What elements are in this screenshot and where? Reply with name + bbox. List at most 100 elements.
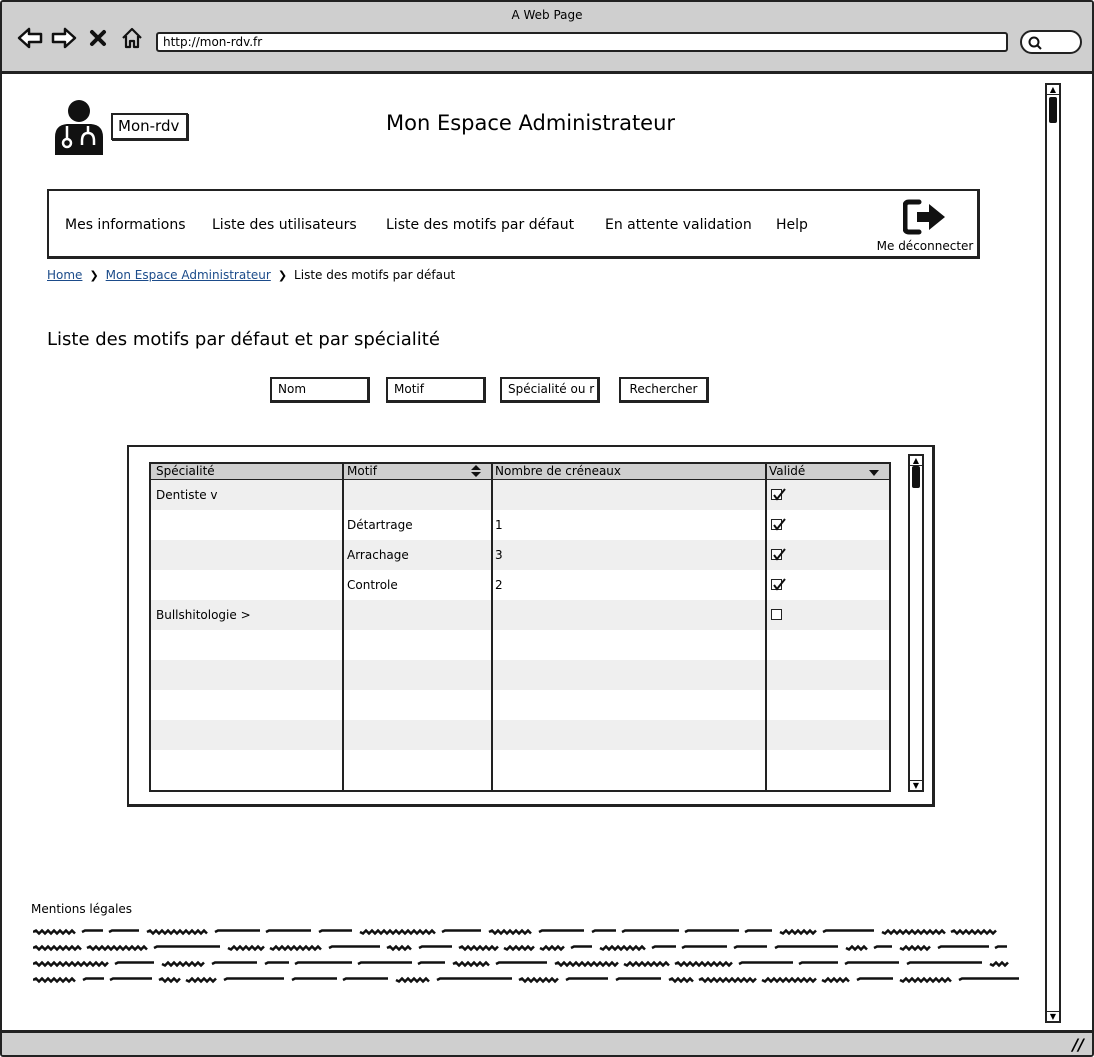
column-header-specialite[interactable]: Spécialité (156, 464, 215, 478)
dropdown-arrow-icon[interactable] (869, 466, 879, 480)
valide-checkbox[interactable] (771, 548, 786, 561)
placeholder-scribble (158, 976, 181, 984)
page-scrollbar[interactable]: ▲ ▼ (1045, 83, 1061, 1023)
browser-toolbar: A Web Page http://mon-rdv.fr (2, 2, 1092, 74)
placeholder-scribble (359, 928, 436, 936)
sort-icon[interactable] (471, 465, 481, 480)
valide-checkbox[interactable] (771, 609, 782, 620)
table-row[interactable] (151, 690, 889, 720)
placeholder-scribble (821, 976, 850, 984)
placeholder-scribble (899, 944, 931, 952)
placeholder-scribble (844, 961, 899, 966)
scroll-down-icon[interactable]: ▼ (1047, 1011, 1059, 1021)
cell-motif: Controle (347, 578, 398, 592)
logout-button[interactable]: Me déconnecter (875, 199, 975, 259)
placeholder-scribble (33, 928, 76, 936)
column-header-motif[interactable]: Motif (347, 464, 377, 478)
table-row[interactable]: Bullshitologie > (151, 600, 889, 630)
resize-grip-icon[interactable]: // (1072, 1035, 1084, 1054)
placeholder-scribble (761, 976, 817, 984)
nom-input[interactable]: Nom (270, 377, 370, 403)
placeholder-scribble (436, 977, 512, 982)
column-divider (765, 464, 767, 790)
breadcrumb-admin[interactable]: Mon Espace Administrateur (106, 268, 271, 282)
motifs-table-panel: Spécialité Motif Nombre de créneaux Vali… (127, 445, 935, 807)
scroll-up-icon[interactable]: ▲ (910, 456, 922, 466)
table-row[interactable] (151, 720, 889, 750)
scroll-down-icon[interactable]: ▼ (910, 780, 922, 790)
nav-item-help[interactable]: Help (776, 217, 808, 233)
column-header-creneaux[interactable]: Nombre de créneaux (495, 464, 621, 478)
placeholder-scribble (161, 960, 205, 968)
valide-checkbox[interactable] (771, 578, 786, 591)
placeholder-scribble (994, 945, 1007, 950)
address-bar[interactable]: http://mon-rdv.fr (156, 32, 1008, 52)
scrollbar-thumb[interactable] (1049, 97, 1057, 123)
breadcrumb-home[interactable]: Home (47, 268, 82, 282)
placeholder-scribble (674, 960, 733, 968)
placeholder-scribble (958, 977, 1019, 982)
placeholder-scribble (744, 929, 772, 934)
valide-checkbox[interactable] (771, 518, 786, 531)
table-row[interactable] (151, 660, 889, 690)
nav-item-attente-validation[interactable]: En attente validation (605, 217, 752, 233)
placeholder-scribble (822, 929, 874, 934)
placeholder-scribble (114, 961, 154, 966)
placeholder-scribble (554, 960, 619, 968)
placeholder-scribble (418, 945, 452, 950)
scrollbar-thumb[interactable] (912, 466, 920, 488)
column-header-valide[interactable]: Validé (769, 464, 805, 478)
placeholder-scribble (937, 945, 989, 950)
placeholder-scribble (417, 961, 445, 966)
section-title: Liste des motifs par défaut et par spéci… (47, 329, 440, 350)
placeholder-scribble (623, 960, 670, 968)
table-row[interactable]: Détartrage 1 (151, 510, 889, 540)
placeholder-scribble (82, 977, 104, 982)
placeholder-scribble (328, 945, 380, 950)
placeholder-scribble (774, 945, 838, 950)
placeholder-scribble (668, 976, 694, 984)
browser-search-field[interactable] (1020, 30, 1082, 54)
browser-status-bar: // (2, 1030, 1092, 1055)
table-row[interactable]: Arrachage 3 (151, 540, 889, 570)
window-title: A Web Page (511, 8, 583, 22)
placeholder-scribble (33, 960, 109, 968)
nav-item-liste-motifs[interactable]: Liste des motifs par défaut (386, 217, 574, 233)
motif-input[interactable]: Motif (386, 377, 486, 403)
page-viewport: Mon-rdv Mon Espace Administrateur Mes in… (2, 77, 1092, 1030)
placeholder-scribble (539, 944, 565, 952)
brand-logo[interactable]: Mon-rdv (111, 113, 188, 140)
table-scrollbar[interactable]: ▲ ▼ (908, 454, 924, 792)
rechercher-button[interactable]: Rechercher (619, 377, 709, 403)
home-icon[interactable] (118, 24, 146, 52)
nav-item-mes-informations[interactable]: Mes informations (65, 217, 186, 233)
table-row[interactable]: Controle 2 (151, 570, 889, 600)
table-row[interactable] (151, 630, 889, 660)
placeholder-scribble (227, 944, 265, 952)
placeholder-scribble (738, 961, 793, 966)
placeholder-scribble (153, 945, 220, 950)
doctor-avatar-icon (52, 99, 106, 155)
table-row[interactable]: Dentiste v (151, 480, 889, 510)
forward-arrow-icon[interactable] (50, 24, 78, 52)
valide-checkbox[interactable] (771, 488, 786, 501)
placeholder-scribble (599, 944, 646, 952)
placeholder-scribble (906, 961, 982, 966)
specialite-input[interactable]: Spécialité ou r (500, 377, 600, 403)
back-arrow-icon[interactable] (16, 24, 44, 52)
close-icon[interactable] (84, 24, 112, 52)
placeholder-scribble (214, 929, 260, 934)
breadcrumb: Home ❯ Mon Espace Administrateur ❯ Liste… (47, 268, 455, 282)
nav-item-liste-utilisateurs[interactable]: Liste des utilisateurs (212, 217, 357, 233)
placeholder-scribble (395, 976, 430, 984)
placeholder-scribble (989, 960, 1009, 968)
column-divider (342, 464, 344, 790)
placeholder-scribble (565, 977, 608, 982)
placeholder-scribble (503, 944, 535, 952)
placeholder-scribble (681, 945, 727, 950)
browser-nav-buttons (16, 24, 146, 52)
table-row[interactable] (151, 750, 889, 780)
scroll-up-icon[interactable]: ▲ (1047, 85, 1059, 95)
placeholder-scribble (452, 960, 490, 968)
placeholder-scribble (881, 928, 946, 936)
